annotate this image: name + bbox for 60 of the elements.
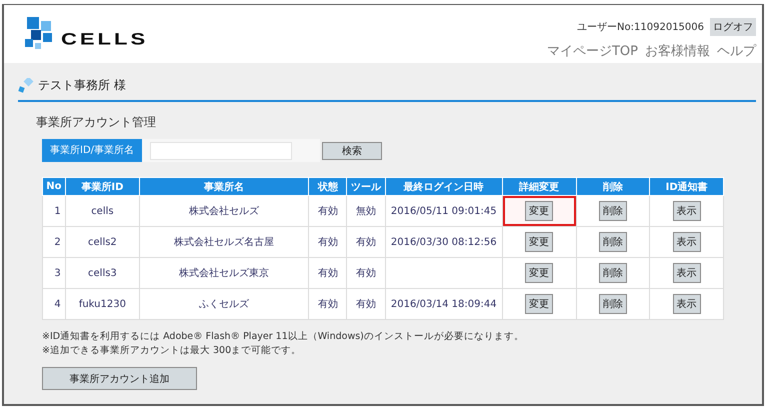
table-cell: 2 [42,226,66,258]
logo-icon [25,17,55,51]
page-title: テスト事務所 様 [38,77,126,94]
table-cell: 有効 [308,288,347,320]
column-header: 最終ログイン日時 [385,178,502,196]
table-cell: fuku1230 [65,288,140,320]
delete-button[interactable]: 削除 [598,294,627,314]
table-cell: cells3 [65,258,140,288]
table-cell: 4 [42,288,66,320]
table-cell: 有効 [308,196,347,226]
table-cell: 3 [42,258,66,288]
diamond-icon [18,78,34,94]
add-account-button[interactable]: 事業所アカウント追加 [42,367,197,390]
table-cell: 有効 [308,226,347,258]
delete-button[interactable]: 削除 [598,201,627,221]
table-cell: 有効 [346,288,386,320]
nav-link[interactable]: お客様情報 [645,42,710,60]
column-header: 詳細変更 [502,178,576,196]
table-cell: 株式会社セルズ [140,196,309,226]
edit-button[interactable]: 変更 [525,232,554,252]
table-cell: 株式会社セルズ名古屋 [140,226,309,258]
edit-button[interactable]: 変更 [525,294,554,314]
note-text: ※ID通知書を利用するには Adobe® Flash® Player 11以上（Windows)のインストールが必要になります。 [42,330,525,344]
logout-button[interactable]: ログオフ [710,18,756,36]
column-header: 事業所名 [140,178,309,196]
table-cell: 有効 [346,226,386,258]
search-field[interactable] [150,142,292,160]
column-header: 状態 [308,178,347,196]
table-cell: 2016/03/14 18:09:44 [385,288,502,320]
column-header: ツール [346,178,386,196]
delete-button[interactable]: 削除 [598,232,627,252]
table-cell: 株式会社セルズ東京 [140,258,309,288]
logo-text: CELLS [61,29,148,49]
table-cell: 1 [42,196,66,226]
note-text: ※追加できる事業所アカウントは最大 300まで可能です。 [42,344,302,358]
table-cell: 有効 [308,258,347,288]
nav-link[interactable]: マイページTOP [546,42,638,60]
table-cell: 2016/03/30 08:12:56 [385,226,502,258]
column-header: ID通知書 [650,178,724,196]
show-button[interactable]: 表示 [672,232,701,252]
show-button[interactable]: 表示 [672,263,701,283]
table-cell: 2016/05/11 09:01:45 [385,196,502,226]
table-cell: cells [65,196,140,226]
search-label: 事業所ID/事業所名 [42,139,142,162]
show-button[interactable]: 表示 [672,201,701,221]
table-cell: cells2 [65,226,140,258]
edit-button[interactable]: 変更 [525,201,554,221]
column-header: 削除 [576,178,650,196]
table-cell: 有効 [346,258,386,288]
show-button[interactable]: 表示 [672,294,701,314]
delete-button[interactable]: 削除 [598,263,627,283]
table-cell: 無効 [346,196,386,226]
table-cell: ふくセルズ [140,288,309,320]
section-title: 事業所アカウント管理 [36,114,157,131]
column-header: No [42,178,66,196]
nav-link[interactable]: ヘルプ [717,42,756,60]
column-header: 事業所ID [65,178,140,196]
edit-button[interactable]: 変更 [525,263,554,283]
user-number: ユーザーNo:11092015006 [577,21,704,34]
search-button[interactable]: 検索 [322,142,382,160]
